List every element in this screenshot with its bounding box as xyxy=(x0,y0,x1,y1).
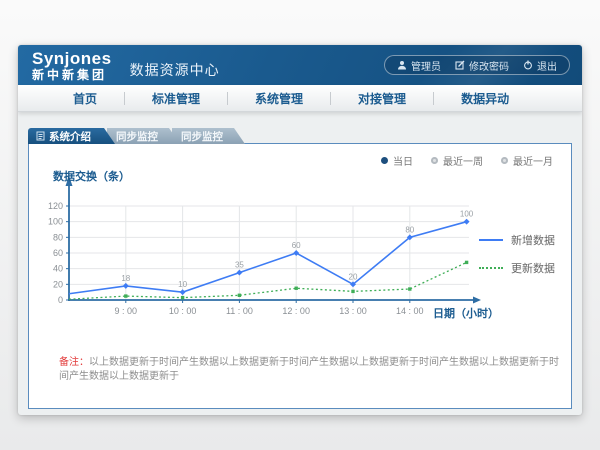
footnote-prefix: 备注： xyxy=(59,357,89,368)
svg-text:18: 18 xyxy=(121,274,130,283)
chart-panel: 当日 最近一周 最近一月 0 20 40 60 80 100 120 9 : 00 10 : 0… xyxy=(28,143,572,409)
svg-text:12 : 00: 12 : 00 xyxy=(282,306,310,316)
svg-text:10 : 00: 10 : 00 xyxy=(169,306,197,316)
svg-text:日期（小时）: 日期（小时） xyxy=(433,306,499,320)
logout-button[interactable]: 退出 xyxy=(523,58,557,73)
tab-bar: 系统介绍 同步监控 同步监控 xyxy=(28,128,245,144)
app-window: Synjones 新中新集团 数据资源中心 管理员 修改密码 退出 首页 标准管… xyxy=(18,45,582,415)
svg-text:数据交换（条）: 数据交换（条） xyxy=(53,170,130,183)
legend-item-updated-data[interactable]: 更新数据 xyxy=(479,260,555,276)
footnote-text: 以上数据更新于时间产生数据以上数据更新于时间产生数据以上数据更新于时间产生数据以… xyxy=(59,357,559,382)
range-option-today[interactable]: 当日 xyxy=(381,153,413,168)
logo-brand: Synjones xyxy=(32,50,112,67)
svg-text:13 : 00: 13 : 00 xyxy=(339,306,367,316)
current-user-label: 管理员 xyxy=(411,58,441,73)
power-icon xyxy=(523,60,533,70)
content-area: 系统介绍 同步监控 同步监控 当日 最近一周 xyxy=(18,112,582,415)
app-header: Synjones 新中新集团 数据资源中心 管理员 修改密码 退出 xyxy=(18,45,582,85)
range-option-label: 最近一周 xyxy=(443,153,483,168)
svg-text:60: 60 xyxy=(292,241,301,250)
solid-line-swatch xyxy=(479,239,503,241)
tab-label: 系统介绍 xyxy=(49,129,91,144)
svg-text:100: 100 xyxy=(460,210,474,219)
tab-sync-monitor-1[interactable]: 同步监控 xyxy=(107,128,180,144)
main-nav: 首页 标准管理 系统管理 对接管理 数据异动 xyxy=(18,85,582,112)
legend-item-new-data[interactable]: 新增数据 xyxy=(479,232,555,248)
footnote: 备注：以上数据更新于时间产生数据以上数据更新于时间产生数据以上数据更新于时间产生… xyxy=(59,356,559,384)
company-logo: Synjones 新中新集团 xyxy=(32,50,112,81)
user-icon xyxy=(397,60,407,70)
radio-icon xyxy=(431,157,438,164)
nav-item-data-change[interactable]: 数据异动 xyxy=(434,90,536,107)
svg-text:40: 40 xyxy=(53,264,63,274)
svg-text:11 : 00: 11 : 00 xyxy=(226,306,253,316)
nav-item-home[interactable]: 首页 xyxy=(46,90,124,107)
chart-legend: 新增数据 更新数据 xyxy=(479,232,555,276)
current-user[interactable]: 管理员 xyxy=(397,58,441,73)
user-toolbar: 管理员 修改密码 退出 xyxy=(384,55,570,75)
logout-label: 退出 xyxy=(537,58,557,73)
edit-icon xyxy=(455,60,465,70)
svg-text:20: 20 xyxy=(53,279,63,289)
nav-item-standard-mgmt[interactable]: 标准管理 xyxy=(125,90,227,107)
svg-text:20: 20 xyxy=(349,272,358,281)
time-range-group: 当日 最近一周 最近一月 xyxy=(381,153,553,168)
tab-system-intro[interactable]: 系统介绍 xyxy=(28,128,115,144)
svg-text:80: 80 xyxy=(405,225,414,234)
range-option-last-week[interactable]: 最近一周 xyxy=(431,153,483,168)
logo-company-name: 新中新集团 xyxy=(32,69,112,81)
nav-item-system-mgmt[interactable]: 系统管理 xyxy=(228,90,330,107)
change-password-label: 修改密码 xyxy=(469,58,509,73)
legend-label: 更新数据 xyxy=(511,260,555,276)
tab-label: 同步监控 xyxy=(181,129,223,144)
svg-text:80: 80 xyxy=(53,232,63,242)
tab-label: 同步监控 xyxy=(116,129,158,144)
app-title: 数据资源中心 xyxy=(130,60,220,80)
svg-text:10: 10 xyxy=(178,280,187,289)
svg-text:35: 35 xyxy=(235,261,244,270)
radio-icon xyxy=(501,157,508,164)
dotted-line-swatch xyxy=(479,267,503,269)
tab-sync-monitor-2[interactable]: 同步监控 xyxy=(172,128,245,144)
svg-text:9 : 00: 9 : 00 xyxy=(115,306,138,316)
range-option-label: 当日 xyxy=(393,153,413,168)
legend-label: 新增数据 xyxy=(511,232,555,248)
svg-text:120: 120 xyxy=(48,201,63,211)
svg-text:0: 0 xyxy=(58,295,63,305)
range-option-last-month[interactable]: 最近一月 xyxy=(501,153,553,168)
radio-icon xyxy=(381,157,388,164)
svg-text:100: 100 xyxy=(48,217,63,227)
svg-text:14 : 00: 14 : 00 xyxy=(396,306,424,316)
svg-text:60: 60 xyxy=(53,248,63,258)
range-option-label: 最近一月 xyxy=(513,153,553,168)
nav-item-interface-mgmt[interactable]: 对接管理 xyxy=(331,90,433,107)
document-icon xyxy=(36,131,45,141)
change-password-button[interactable]: 修改密码 xyxy=(455,58,509,73)
